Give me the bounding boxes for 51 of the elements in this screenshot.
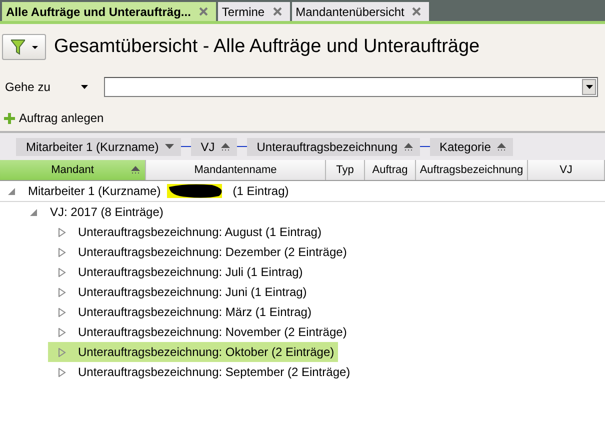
sort-ascending-icon[interactable]	[404, 142, 412, 150]
tree-row[interactable]: Unterauftragsbezeichnung: September (2 Einträge)	[48, 362, 354, 382]
column-header[interactable]: Mandantenname	[146, 160, 326, 180]
plus-icon	[4, 112, 15, 124]
collapsed-triangle-icon[interactable]	[58, 328, 66, 336]
tree-row[interactable]: Unterauftragsbezeichnung: Juni (1 Eintrag)	[48, 282, 311, 302]
tree-row[interactable]: Unterauftragsbezeichnung: Oktober (2 Einträge)	[48, 342, 338, 362]
document-tab[interactable]: Termine	[218, 2, 290, 21]
close-icon[interactable]	[272, 7, 282, 16]
collapsed-triangle-icon[interactable]	[58, 288, 66, 296]
expanded-triangle-icon[interactable]	[30, 208, 38, 216]
group-field-chip[interactable]: Kategorie	[430, 138, 513, 156]
collapsed-triangle-icon[interactable]	[58, 348, 66, 356]
page-title: Gesamtübersicht - Alle Aufträge und Unteraufträge	[54, 36, 480, 58]
add-order-link[interactable]: Auftrag anlegen	[4, 111, 104, 125]
caret-icon[interactable]	[81, 85, 88, 89]
tree-row[interactable]: Mitarbeiter 1 (Kurzname) (1 Eintrag)	[8, 181, 293, 201]
sort-ascending-icon	[131, 166, 140, 174]
collapsed-triangle-icon[interactable]	[58, 308, 66, 316]
group-field-chip[interactable]: Mitarbeiter 1 (Kurzname)	[16, 138, 181, 156]
goto-combo-field[interactable]	[104, 77, 598, 97]
tree-row[interactable]: Unterauftragsbezeichnung: März (1 Eintrag)	[48, 302, 316, 322]
entry-count: (1 Eintrag)	[232, 184, 289, 198]
filter-button[interactable]	[2, 34, 46, 60]
group-field-chip[interactable]: Unterauftragsbezeichnung	[246, 138, 420, 156]
goto-label: Gehe zu	[5, 80, 52, 94]
caret-icon	[32, 46, 38, 48]
group-field-chip[interactable]: VJ	[190, 138, 237, 156]
collapsed-triangle-icon[interactable]	[58, 268, 66, 276]
tree-row[interactable]: Unterauftragsbezeichnung: November (2 Einträge)	[48, 322, 351, 342]
column-header[interactable]: Mandant	[0, 160, 146, 180]
expanded-triangle-icon[interactable]	[8, 186, 16, 196]
tree-row[interactable]: VJ: 2017 (8 Einträge)	[30, 202, 168, 222]
column-header[interactable]: Typ	[326, 160, 365, 180]
close-icon[interactable]	[198, 7, 208, 16]
filter-icon	[10, 39, 24, 55]
collapsed-triangle-icon[interactable]	[58, 248, 66, 256]
collapsed-triangle-icon[interactable]	[58, 228, 66, 236]
close-icon[interactable]	[412, 7, 422, 16]
sort-ascending-icon[interactable]	[220, 142, 230, 150]
column-header[interactable]: VJ	[528, 160, 605, 180]
tree-row[interactable]: Unterauftragsbezeichnung: Dezember (2 Einträge)	[48, 242, 351, 262]
tree-row[interactable]: Unterauftragsbezeichnung: Juli (1 Eintrag)	[48, 262, 307, 282]
dropdown-arrow-icon[interactable]	[586, 85, 592, 89]
sort-ascending-icon[interactable]	[496, 142, 506, 150]
column-header[interactable]: Auftragsbezeichnung	[416, 160, 528, 180]
collapsed-triangle-icon[interactable]	[58, 368, 66, 376]
column-header[interactable]: Auftrag	[365, 160, 416, 180]
document-tab[interactable]: Mandantenübersicht	[292, 2, 430, 21]
tree-row[interactable]: Unterauftragsbezeichnung: August (1 Eintrag)	[48, 222, 326, 242]
document-tab[interactable]: Alle Aufträge und Unteraufträg...	[2, 2, 216, 21]
